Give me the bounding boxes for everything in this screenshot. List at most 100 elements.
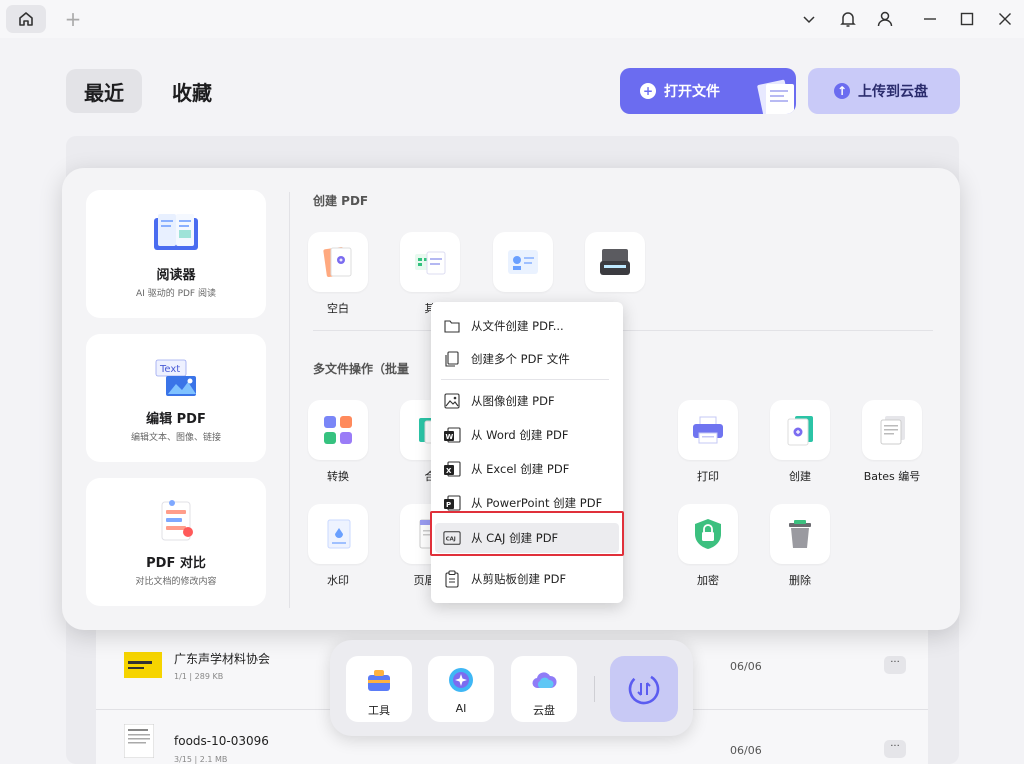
tool-print[interactable]: 打印 xyxy=(678,400,738,490)
file-more-button[interactable]: ··· xyxy=(884,740,906,758)
menu-item-create-multiple[interactable]: 创建多个 PDF 文件 xyxy=(431,344,623,374)
file-name: 广东声学材料协会 xyxy=(174,652,271,666)
close-button[interactable] xyxy=(993,7,1017,31)
card-subtitle: 对比文档的修改内容 xyxy=(135,577,217,587)
card-subtitle: AI 驱动的 PDF 阅读 xyxy=(136,289,216,299)
documents-illustration-icon xyxy=(757,79,794,114)
menu-item-from-caj[interactable]: CAJ 从 CAJ 创建 PDF xyxy=(435,523,619,553)
file-meta: 1/1 | 289 KB xyxy=(174,672,224,681)
maximize-button[interactable] xyxy=(955,7,979,31)
pdf-compare-card[interactable]: PDF 对比 对比文档的修改内容 xyxy=(86,478,266,606)
tool-bates-number[interactable]: Bates 编号 xyxy=(862,400,922,490)
card-subtitle: 编辑文本、图像、链接 xyxy=(130,433,221,443)
file-thumbnail xyxy=(124,652,162,678)
dock-separator xyxy=(594,676,595,702)
batch-section-title: 多文件操作（批量 xyxy=(313,362,410,376)
plus-circle-icon: + xyxy=(640,83,656,99)
menu-item-label: 从 Word 创建 PDF xyxy=(471,428,569,442)
dock-label: 工具 xyxy=(368,704,390,717)
reader-book-icon xyxy=(154,214,198,250)
menu-item-label: 从 CAJ 创建 PDF xyxy=(471,531,559,545)
image-icon xyxy=(444,393,460,409)
dock-label: AI xyxy=(455,702,467,715)
tool-blank[interactable]: 空白 xyxy=(308,232,368,322)
file-name: foods-10-03096 xyxy=(174,734,269,748)
home-icon xyxy=(19,12,33,26)
cloud-icon xyxy=(532,672,557,689)
file-meta: 3/15 | 2.1 MB xyxy=(174,755,228,764)
reader-card[interactable]: 阅读器 AI 驱动的 PDF 阅读 xyxy=(86,190,266,318)
edit-pdf-card[interactable]: Text 编辑 PDF 编辑文本、图像、链接 xyxy=(86,334,266,462)
tool-encrypt[interactable]: 加密 xyxy=(678,504,738,594)
notification-button[interactable] xyxy=(836,7,860,31)
svg-text:W: W xyxy=(446,433,454,441)
scanner-icon xyxy=(600,249,630,275)
svg-text:P: P xyxy=(446,501,451,509)
menu-item-from-excel[interactable]: X 从 Excel 创建 PDF xyxy=(431,454,623,484)
create-pdf-dropdown-menu: 从文件创建 PDF... 创建多个 PDF 文件 从图像创建 PDF W 从 W… xyxy=(431,302,623,603)
edit-icon-text: Text xyxy=(159,364,180,375)
edit-text-image-icon: Text xyxy=(155,359,196,396)
tool-label: Bates 编号 xyxy=(863,470,921,483)
user-icon xyxy=(877,11,893,27)
dropdown-chevron-button[interactable] xyxy=(797,7,821,31)
card-title: 阅读器 xyxy=(156,268,196,283)
tab-favorites[interactable]: 收藏 xyxy=(160,69,224,113)
tool-label: 空白 xyxy=(327,302,349,315)
file-more-button[interactable]: ··· xyxy=(884,656,906,674)
account-button[interactable] xyxy=(873,7,897,31)
tool-label: 水印 xyxy=(327,574,349,587)
tool-create[interactable]: 创建 xyxy=(770,400,830,490)
dock-ai-button[interactable]: AI xyxy=(428,656,494,722)
menu-item-label: 从 PowerPoint 创建 PDF xyxy=(471,496,603,510)
upload-label: 上传到云盘 xyxy=(858,84,928,100)
caj-icon-text: CAJ xyxy=(446,537,456,543)
minimize-icon xyxy=(924,18,936,20)
minimize-button[interactable] xyxy=(918,7,942,31)
panel-divider xyxy=(289,192,290,608)
menu-item-label: 创建多个 PDF 文件 xyxy=(471,352,570,366)
upload-icon: ↑ xyxy=(834,83,850,99)
word-icon: W xyxy=(444,427,461,443)
printer-icon xyxy=(693,416,723,444)
clipboard-icon xyxy=(445,570,459,588)
menu-item-label: 从文件创建 PDF... xyxy=(471,319,564,333)
file-date: 06/06 xyxy=(730,744,762,757)
upload-cloud-button[interactable]: ↑ 上传到云盘 xyxy=(808,68,960,114)
convert-grid-icon xyxy=(324,416,352,444)
bottom-dock: 工具 AI 云盘 xyxy=(330,640,693,736)
compare-document-icon xyxy=(161,500,193,541)
folder-icon xyxy=(444,320,460,333)
multi-file-icon xyxy=(445,351,459,367)
id-card-icon xyxy=(508,250,538,274)
new-tab-button[interactable]: + xyxy=(62,8,84,30)
menu-item-from-clipboard[interactable]: 从剪贴板创建 PDF xyxy=(431,564,623,594)
home-tab[interactable] xyxy=(6,5,46,33)
menu-item-from-word[interactable]: W 从 Word 创建 PDF xyxy=(431,420,623,450)
menu-item-from-powerpoint[interactable]: P 从 PowerPoint 创建 PDF xyxy=(431,488,623,518)
menu-item-label: 从图像创建 PDF xyxy=(471,394,555,408)
dock-cloud-button[interactable]: 云盘 xyxy=(511,656,577,722)
tool-label: 创建 xyxy=(789,470,811,483)
section-separator xyxy=(313,330,933,331)
tool-label: 打印 xyxy=(697,470,719,483)
open-file-button[interactable]: + 打开文件 xyxy=(620,68,796,114)
file-date: 06/06 xyxy=(730,660,762,673)
ai-assistant-icon xyxy=(449,668,473,692)
card-title: PDF 对比 xyxy=(146,556,206,571)
watermark-icon xyxy=(327,519,351,549)
tool-convert[interactable]: 转换 xyxy=(308,400,368,490)
close-icon xyxy=(999,13,1011,25)
menu-item-from-image[interactable]: 从图像创建 PDF xyxy=(431,386,623,416)
title-bar: + xyxy=(0,0,1024,38)
tool-watermark[interactable]: 水印 xyxy=(308,504,368,594)
tool-delete[interactable]: 删除 xyxy=(770,504,830,594)
blank-page-icon xyxy=(323,247,352,277)
menu-item-from-file[interactable]: 从文件创建 PDF... xyxy=(431,311,623,341)
tool-label: 加密 xyxy=(697,574,719,587)
dock-recent-history-button[interactable] xyxy=(610,656,678,722)
bates-numbering-icon xyxy=(880,416,905,445)
tab-recent[interactable]: 最近 xyxy=(66,69,142,113)
card-title: 编辑 PDF xyxy=(146,412,206,427)
dock-tools-button[interactable]: 工具 xyxy=(346,656,412,722)
